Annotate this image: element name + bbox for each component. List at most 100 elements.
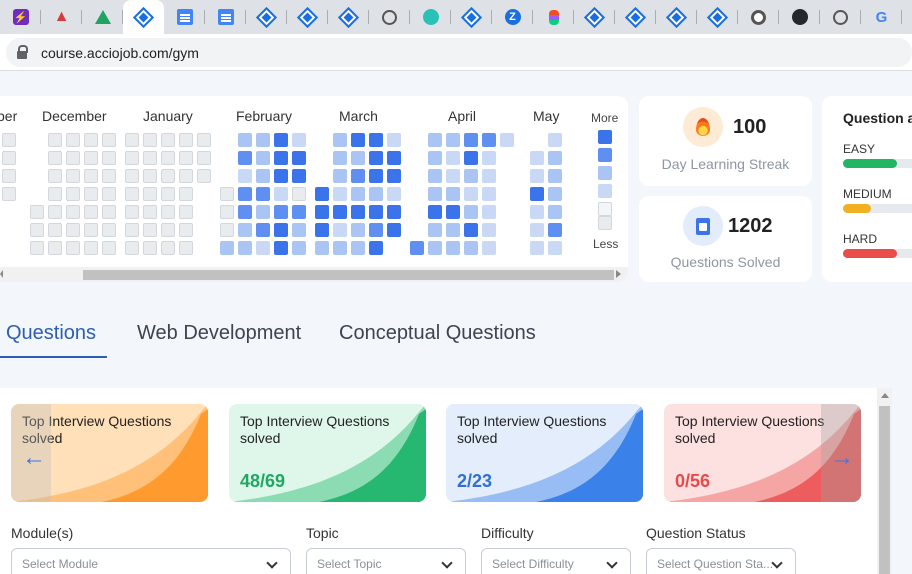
heatmap-cell[interactable] bbox=[369, 133, 383, 147]
heatmap-cell[interactable] bbox=[125, 169, 139, 183]
heatmap-cell[interactable] bbox=[66, 133, 80, 147]
heatmap-cell[interactable] bbox=[530, 187, 544, 201]
heatmap-cell[interactable] bbox=[548, 133, 562, 147]
heatmap-cell[interactable] bbox=[274, 151, 288, 165]
heatmap-cell[interactable] bbox=[161, 205, 175, 219]
browser-tab[interactable] bbox=[697, 0, 738, 34]
browser-tab[interactable]: G bbox=[861, 0, 902, 34]
heatmap-cell[interactable] bbox=[428, 151, 442, 165]
heatmap-cell[interactable] bbox=[464, 205, 478, 219]
difficulty-select[interactable]: Select Difficulty bbox=[481, 548, 631, 574]
heatmap-cell[interactable] bbox=[333, 205, 347, 219]
heatmap-cell[interactable] bbox=[179, 133, 193, 147]
heatmap-cell[interactable] bbox=[333, 133, 347, 147]
heatmap-cell[interactable] bbox=[84, 151, 98, 165]
heatmap-cell[interactable] bbox=[387, 205, 401, 219]
heatmap-cell[interactable] bbox=[102, 187, 116, 201]
heatmap-cell[interactable] bbox=[125, 223, 139, 237]
heatmap-cell[interactable] bbox=[30, 241, 44, 255]
heatmap-cell[interactable] bbox=[482, 133, 496, 147]
heatmap-cell[interactable] bbox=[179, 241, 193, 255]
heatmap-cell[interactable] bbox=[530, 169, 544, 183]
heatmap-cell[interactable] bbox=[238, 205, 252, 219]
heatmap-cell[interactable] bbox=[179, 205, 193, 219]
heatmap-cell[interactable] bbox=[446, 223, 460, 237]
heatmap-cell[interactable] bbox=[66, 169, 80, 183]
heatmap-cell[interactable] bbox=[30, 223, 44, 237]
heatmap-cell[interactable] bbox=[161, 241, 175, 255]
heatmap-cell[interactable] bbox=[48, 205, 62, 219]
heatmap-cell[interactable] bbox=[482, 169, 496, 183]
heatmap-cell[interactable] bbox=[292, 241, 306, 255]
heatmap-cell[interactable] bbox=[143, 133, 157, 147]
heatmap-cell[interactable] bbox=[482, 151, 496, 165]
heatmap-cell[interactable] bbox=[464, 241, 478, 255]
heatmap-cell[interactable] bbox=[351, 187, 365, 201]
heatmap-cell[interactable] bbox=[548, 151, 562, 165]
heatmap-cell[interactable] bbox=[387, 223, 401, 237]
heatmap-cell[interactable] bbox=[179, 151, 193, 165]
scroll-up-arrow-icon[interactable] bbox=[881, 393, 889, 398]
heatmap-cell[interactable] bbox=[102, 169, 116, 183]
heatmap-cell[interactable] bbox=[179, 169, 193, 183]
heatmap-cell[interactable] bbox=[482, 205, 496, 219]
browser-tab[interactable] bbox=[164, 0, 205, 34]
heatmap-cell[interactable] bbox=[387, 133, 401, 147]
heatmap-cell[interactable] bbox=[333, 169, 347, 183]
heatmap-cell[interactable] bbox=[369, 241, 383, 255]
heatmap-cell[interactable] bbox=[48, 151, 62, 165]
heatmap-cell[interactable] bbox=[446, 151, 460, 165]
browser-tab[interactable] bbox=[246, 0, 287, 34]
browser-tab[interactable] bbox=[820, 0, 861, 34]
heatmap-cell[interactable] bbox=[464, 223, 478, 237]
browser-tab[interactable] bbox=[779, 0, 820, 34]
browser-tab[interactable] bbox=[369, 0, 410, 34]
heatmap-cell[interactable] bbox=[428, 133, 442, 147]
heatmap-cell[interactable] bbox=[66, 187, 80, 201]
heatmap-cell[interactable] bbox=[197, 169, 211, 183]
heatmap-cell[interactable] bbox=[387, 151, 401, 165]
heatmap-cell[interactable] bbox=[274, 205, 288, 219]
heatmap-cell[interactable] bbox=[48, 223, 62, 237]
heatmap-cell[interactable] bbox=[333, 187, 347, 201]
heatmap-cell[interactable] bbox=[125, 241, 139, 255]
heatmap-cell[interactable] bbox=[292, 133, 306, 147]
url-field[interactable]: course.acciojob.com/gym bbox=[6, 38, 912, 67]
heatmap-cell[interactable] bbox=[220, 187, 234, 201]
heatmap-cell[interactable] bbox=[351, 205, 365, 219]
heatmap-cell[interactable] bbox=[2, 187, 16, 201]
heatmap-cell[interactable] bbox=[369, 169, 383, 183]
heatmap-cell[interactable] bbox=[238, 169, 252, 183]
heatmap-cell[interactable] bbox=[161, 133, 175, 147]
heatmap-cell[interactable] bbox=[333, 241, 347, 255]
heatmap-cell[interactable] bbox=[464, 133, 478, 147]
heatmap-cell[interactable] bbox=[482, 241, 496, 255]
scrollbar-thumb[interactable] bbox=[83, 270, 614, 280]
heatmap-cell[interactable] bbox=[274, 187, 288, 201]
heatmap-cell[interactable] bbox=[464, 169, 478, 183]
heatmap-cell[interactable] bbox=[548, 169, 562, 183]
heatmap-cell[interactable] bbox=[66, 205, 80, 219]
heatmap-cell[interactable] bbox=[351, 223, 365, 237]
heatmap-cell[interactable] bbox=[428, 187, 442, 201]
heatmap-cell[interactable] bbox=[238, 151, 252, 165]
heatmap-cell[interactable] bbox=[143, 241, 157, 255]
heatmap-cell[interactable] bbox=[48, 241, 62, 255]
heatmap-cell[interactable] bbox=[530, 151, 544, 165]
heatmap-cell[interactable] bbox=[315, 241, 329, 255]
heatmap-cell[interactable] bbox=[446, 241, 460, 255]
scrollbar-thumb[interactable] bbox=[879, 406, 890, 574]
heatmap-cell[interactable] bbox=[500, 133, 514, 147]
heatmap-cell[interactable] bbox=[48, 169, 62, 183]
question-status-select[interactable]: Select Question Sta... bbox=[646, 548, 796, 574]
heatmap-cell[interactable] bbox=[548, 241, 562, 255]
heatmap-cell[interactable] bbox=[256, 187, 270, 201]
heatmap-cell[interactable] bbox=[238, 223, 252, 237]
heatmap-cell[interactable] bbox=[530, 223, 544, 237]
heatmap-cell[interactable] bbox=[125, 151, 139, 165]
heatmap-cell[interactable] bbox=[2, 133, 16, 147]
heatmap-cell[interactable] bbox=[256, 223, 270, 237]
heatmap-cell[interactable] bbox=[351, 169, 365, 183]
heatmap-cell[interactable] bbox=[256, 151, 270, 165]
browser-tab[interactable] bbox=[287, 0, 328, 34]
